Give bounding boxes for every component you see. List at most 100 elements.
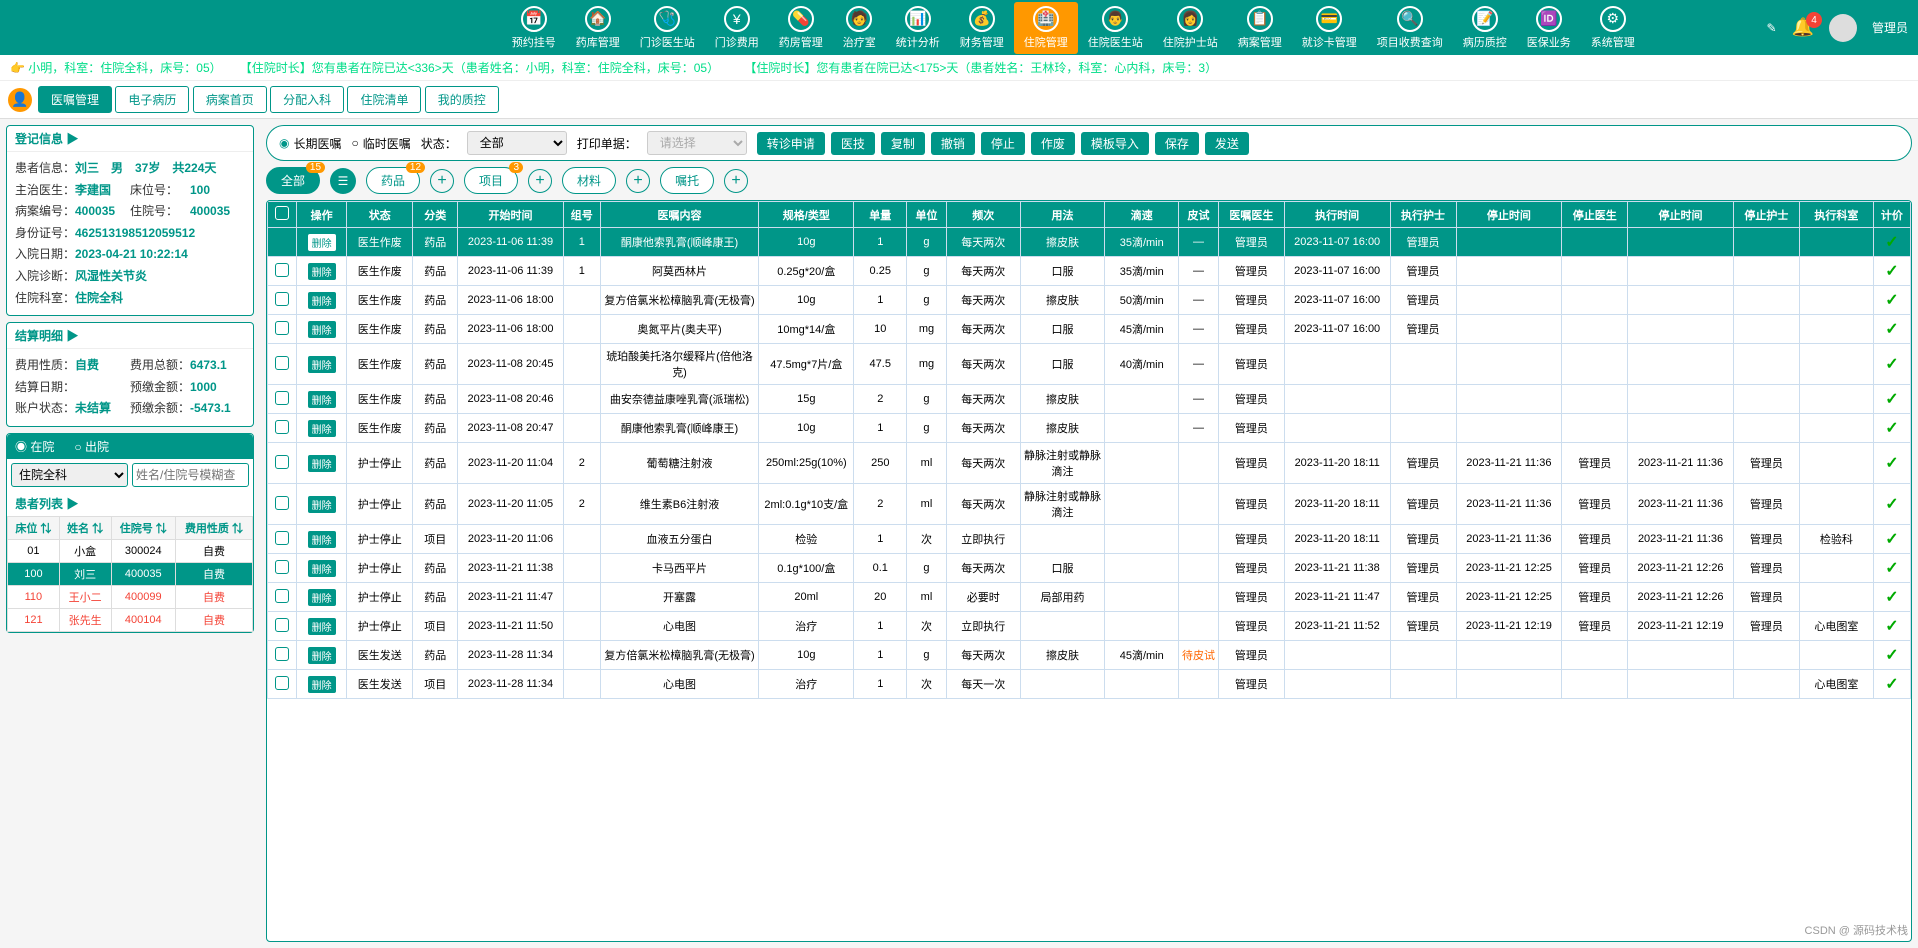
nav-医保业务[interactable]: 🆔医保业务 <box>1517 2 1581 54</box>
delete-button[interactable]: 删除 <box>308 420 336 437</box>
patient-row[interactable]: 110王小二400099自费 <box>8 585 253 608</box>
order-row[interactable]: 删除医生作废药品2023-11-06 18:00复方倍氯米松樟脑乳膏(无极膏)1… <box>268 286 1911 315</box>
tab-医嘱管理[interactable]: 医嘱管理 <box>38 86 112 113</box>
row-check[interactable] <box>275 356 289 370</box>
row-check[interactable] <box>275 420 289 434</box>
row-check[interactable] <box>275 455 289 469</box>
delete-button[interactable]: 删除 <box>308 560 336 577</box>
radio-outhosp[interactable]: ○ 出院 <box>74 438 109 455</box>
radio-longterm[interactable]: ◉ 长期医嘱 <box>279 135 342 152</box>
row-check[interactable] <box>275 618 289 632</box>
pcol[interactable]: 姓名 ⇅ <box>59 516 111 539</box>
pcol[interactable]: 费用性质 ⇅ <box>175 516 252 539</box>
patient-row[interactable]: 01小盒300024自费 <box>8 539 253 562</box>
order-row[interactable]: 删除护士停止药品2023-11-20 11:052维生素B6注射液2ml:0.1… <box>268 484 1911 525</box>
btn-作废[interactable]: 作废 <box>1031 132 1075 155</box>
order-row[interactable]: 删除医生作废药品2023-11-06 11:391阿莫西林片0.25g*20/盒… <box>268 257 1911 286</box>
row-check[interactable] <box>275 560 289 574</box>
btn-停止[interactable]: 停止 <box>981 132 1025 155</box>
nav-预约挂号[interactable]: 📅预约挂号 <box>502 2 566 54</box>
order-row[interactable]: 删除护士停止药品2023-11-21 11:47开塞露20ml20ml必要时局部… <box>268 583 1911 612</box>
col-0[interactable] <box>268 202 297 228</box>
tab-分配入科[interactable]: 分配入科 <box>270 86 344 113</box>
radio-inhosp[interactable]: ◉ 在院 <box>15 438 54 455</box>
delete-button[interactable]: 删除 <box>308 292 336 309</box>
nav-门诊费用[interactable]: ¥门诊费用 <box>705 2 769 54</box>
plus-icon[interactable]: + <box>430 169 454 193</box>
row-check[interactable] <box>275 321 289 335</box>
row-check[interactable] <box>275 496 289 510</box>
patient-row[interactable]: 121张先生400104自费 <box>8 608 253 631</box>
grid-wrap[interactable]: 操作状态分类开始时间组号医嘱内容规格/类型单量单位频次用法滴速皮试医嘱医生执行时… <box>266 200 1912 942</box>
nav-系统管理[interactable]: ⚙系统管理 <box>1581 2 1645 54</box>
delete-button[interactable]: 删除 <box>308 676 336 693</box>
delete-button[interactable]: 删除 <box>308 531 336 548</box>
nav-项目收费查询[interactable]: 🔍项目收费查询 <box>1367 2 1453 54</box>
nav-治疗室[interactable]: 🧑治疗室 <box>833 2 886 54</box>
row-check[interactable] <box>275 292 289 306</box>
nav-门诊医生站[interactable]: 🩺门诊医生站 <box>630 2 705 54</box>
bell-icon[interactable]: 🔔4 <box>1792 17 1814 38</box>
nav-就诊卡管理[interactable]: 💳就诊卡管理 <box>1292 2 1367 54</box>
row-check[interactable] <box>275 589 289 603</box>
row-check[interactable] <box>275 234 289 248</box>
nav-统计分析[interactable]: 📊统计分析 <box>886 2 950 54</box>
tab-住院清单[interactable]: 住院清单 <box>347 86 421 113</box>
plus-icon[interactable]: + <box>626 169 650 193</box>
delete-button[interactable]: 删除 <box>308 589 336 606</box>
btn-模板导入[interactable]: 模板导入 <box>1081 132 1149 155</box>
delete-button[interactable]: 删除 <box>308 234 336 251</box>
tab-我的质控[interactable]: 我的质控 <box>425 86 499 113</box>
pcol[interactable]: 床位 ⇅ <box>8 516 60 539</box>
delete-button[interactable]: 删除 <box>308 321 336 338</box>
nav-病历质控[interactable]: 📝病历质控 <box>1453 2 1517 54</box>
btn-保存[interactable]: 保存 <box>1155 132 1199 155</box>
nav-住院管理[interactable]: 🏥住院管理 <box>1014 2 1078 54</box>
btn-复制[interactable]: 复制 <box>881 132 925 155</box>
order-row[interactable]: 删除医生作废药品2023-11-06 18:00奥氮平片(奥夫平)10mg*14… <box>268 315 1911 344</box>
order-row[interactable]: 删除医生发送项目2023-11-28 11:34心电图治疗1次每天一次管理员心电… <box>268 670 1911 699</box>
avatar[interactable] <box>1829 14 1857 42</box>
tab-病案首页[interactable]: 病案首页 <box>193 86 267 113</box>
pill-药品[interactable]: 药品12 <box>366 167 420 194</box>
pill-项目[interactable]: 项目3 <box>464 167 518 194</box>
delete-button[interactable]: 删除 <box>308 356 336 373</box>
order-row[interactable]: 删除护士停止项目2023-11-21 11:50心电图治疗1次立即执行管理员20… <box>268 612 1911 641</box>
pcol[interactable]: 住院号 ⇅ <box>111 516 175 539</box>
plus-icon[interactable]: + <box>528 169 552 193</box>
order-row[interactable]: 删除医生作废药品2023-11-08 20:45琥珀酸美托洛尔缓释片(倍他洛克)… <box>268 344 1911 385</box>
order-row[interactable]: 删除医生作废药品2023-11-08 20:47酮康他索乳膏(顺峰康王)10g1… <box>268 414 1911 443</box>
print-select[interactable]: 请选择 <box>647 131 747 155</box>
nav-财务管理[interactable]: 💰财务管理 <box>950 2 1014 54</box>
radio-temp[interactable]: ○ 临时医嘱 <box>352 135 411 152</box>
patient-search[interactable] <box>132 463 249 487</box>
order-row[interactable]: 删除医生作废药品2023-11-08 20:46曲安奈德益康唑乳膏(派瑞松)15… <box>268 385 1911 414</box>
order-row[interactable]: 删除护士停止项目2023-11-20 11:06血液五分蛋白检验1次立即执行管理… <box>268 525 1911 554</box>
delete-button[interactable]: 删除 <box>308 647 336 664</box>
delete-button[interactable]: 删除 <box>308 263 336 280</box>
menu-icon[interactable]: ☰ <box>330 168 356 194</box>
row-check[interactable] <box>275 676 289 690</box>
delete-button[interactable]: 删除 <box>308 618 336 635</box>
btn-发送[interactable]: 发送 <box>1205 132 1249 155</box>
order-row[interactable]: 删除护士停止药品2023-11-20 11:042葡萄糖注射液250ml:25g… <box>268 443 1911 484</box>
row-check[interactable] <box>275 263 289 277</box>
status-select[interactable]: 全部 <box>467 131 567 155</box>
patient-row[interactable]: 100刘三400035自费 <box>8 562 253 585</box>
person-icon[interactable]: 👤 <box>8 88 32 112</box>
plus-icon[interactable]: + <box>724 169 748 193</box>
pill-全部[interactable]: 全部15 <box>266 167 320 194</box>
tab-电子病历[interactable]: 电子病历 <box>115 86 189 113</box>
pill-材料[interactable]: 材料 <box>562 167 616 194</box>
row-check[interactable] <box>275 391 289 405</box>
nav-病案管理[interactable]: 📋病案管理 <box>1228 2 1292 54</box>
pill-嘱托[interactable]: 嘱托 <box>660 167 714 194</box>
order-row[interactable]: 删除医生发送药品2023-11-28 11:34复方倍氯米松樟脑乳膏(无极膏)1… <box>268 641 1911 670</box>
nav-住院医生站[interactable]: 👨住院医生站 <box>1078 2 1153 54</box>
dept-select[interactable]: 住院全科 <box>11 463 128 487</box>
order-row[interactable]: 删除护士停止药品2023-11-21 11:38卡马西平片0.1g*100/盒0… <box>268 554 1911 583</box>
delete-button[interactable]: 删除 <box>308 391 336 408</box>
delete-button[interactable]: 删除 <box>308 455 336 472</box>
btn-转诊申请[interactable]: 转诊申请 <box>757 132 825 155</box>
order-row[interactable]: 删除医生作废药品2023-11-06 11:391酮康他索乳膏(顺峰康王)10g… <box>268 228 1911 257</box>
